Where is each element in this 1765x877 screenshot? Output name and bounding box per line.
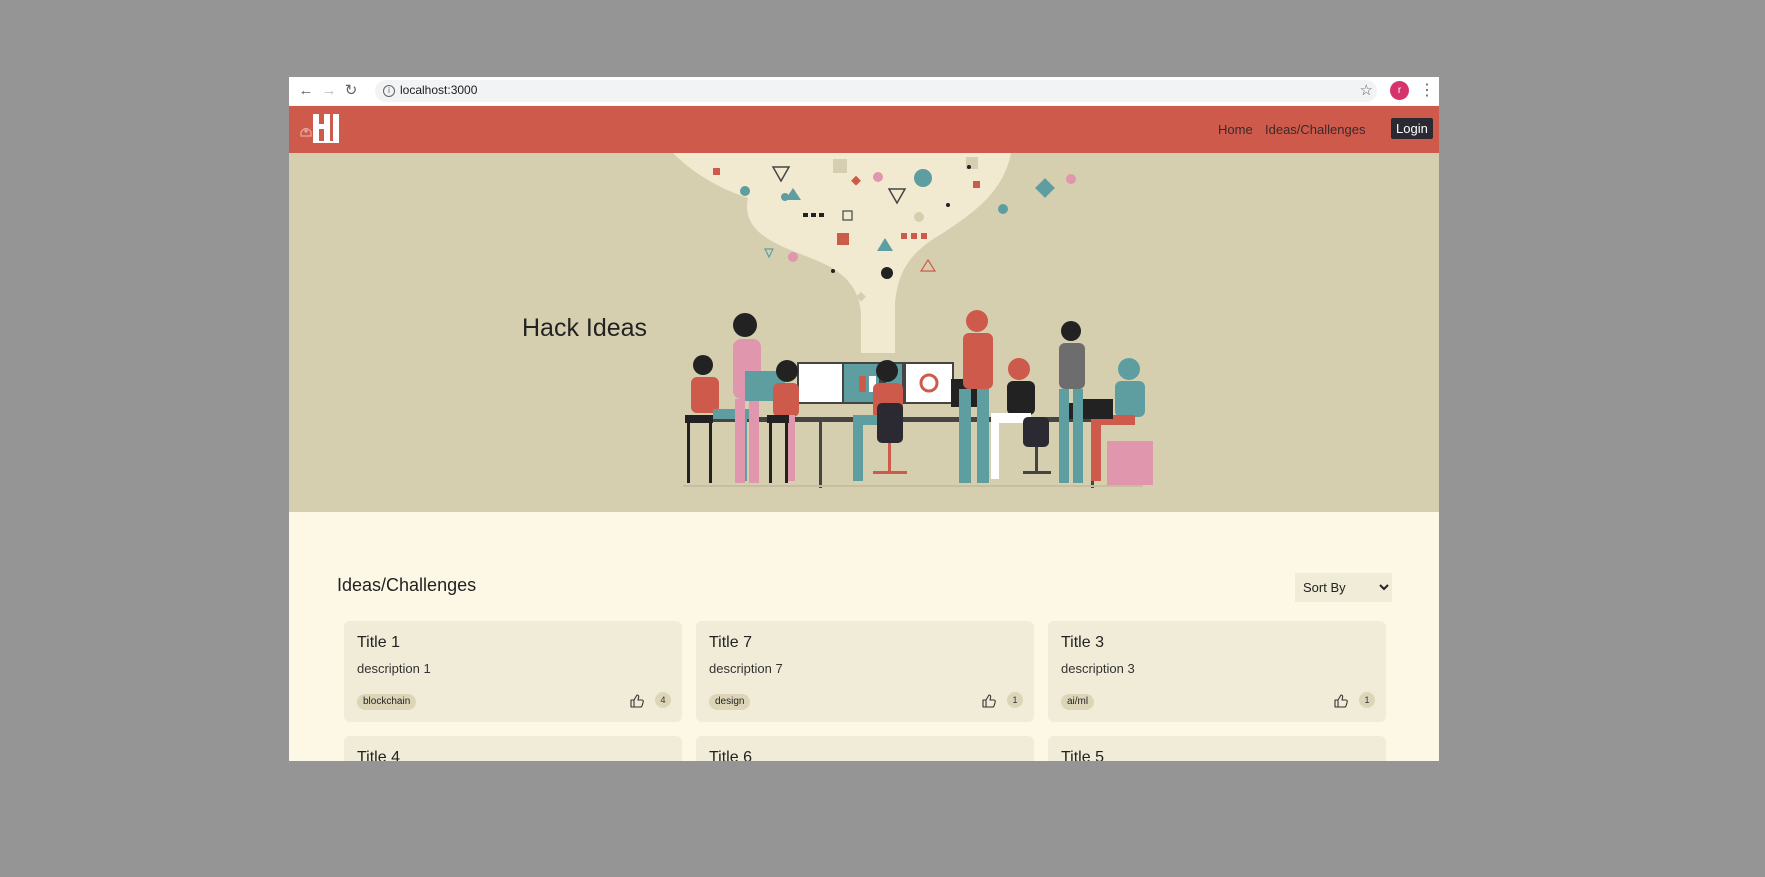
- idea-card[interactable]: Title 1 description 1 blockchain 4: [344, 621, 682, 722]
- card-title: Title 1: [357, 634, 400, 651]
- hero-banner: Hack Ideas: [289, 153, 1439, 512]
- team-collaboration-illustration: [673, 153, 1153, 488]
- idea-card[interactable]: Title 6: [696, 736, 1034, 761]
- idea-card[interactable]: Title 3 description 3 ai/ml 1: [1048, 621, 1386, 722]
- thumbs-up-icon[interactable]: [629, 693, 645, 709]
- hero-title: Hack Ideas: [522, 314, 648, 342]
- more-menu-icon[interactable]: ⋮: [1419, 80, 1435, 100]
- sort-select[interactable]: Sort By: [1295, 573, 1392, 602]
- profile-avatar[interactable]: r: [1390, 81, 1409, 100]
- idea-card[interactable]: Title 5: [1048, 736, 1386, 761]
- url-text[interactable]: localhost:3000: [400, 83, 477, 97]
- thumbs-up-icon[interactable]: [1333, 693, 1349, 709]
- nav-home[interactable]: Home: [1218, 122, 1253, 137]
- idea-card[interactable]: Title 4: [344, 736, 682, 761]
- card-title: Title 5: [1061, 749, 1104, 761]
- browser-window: ← → ↻ i localhost:3000 ☆ r ⋮ Home Ideas/…: [289, 77, 1439, 761]
- browser-toolbar: ← → ↻ i localhost:3000 ☆ r ⋮: [289, 77, 1439, 105]
- nav-ideas-challenges[interactable]: Ideas/Challenges: [1265, 122, 1365, 137]
- reload-icon[interactable]: ↻: [341, 81, 361, 101]
- card-description: description 1: [357, 661, 431, 676]
- app-header: Home Ideas/Challenges Login: [289, 106, 1439, 153]
- like-count-badge: 1: [1359, 692, 1375, 708]
- info-icon[interactable]: i: [383, 85, 395, 97]
- card-title: Title 7: [709, 634, 752, 651]
- card-title: Title 6: [709, 749, 752, 761]
- address-bar[interactable]: i localhost:3000 ☆: [375, 80, 1377, 102]
- hack-ideas-logo[interactable]: [299, 112, 345, 146]
- like-count-badge: 4: [655, 692, 671, 708]
- idea-card[interactable]: Title 7 description 7 design 1: [696, 621, 1034, 722]
- tag-badge: design: [709, 694, 751, 710]
- thumbs-up-icon[interactable]: [981, 693, 997, 709]
- card-title: Title 4: [357, 749, 400, 761]
- card-title: Title 3: [1061, 634, 1104, 651]
- like-count-badge: 1: [1007, 692, 1023, 708]
- back-arrow-icon[interactable]: ←: [296, 81, 316, 101]
- card-description: description 7: [709, 661, 783, 676]
- login-button[interactable]: Login: [1391, 118, 1433, 139]
- card-description: description 3: [1061, 661, 1135, 676]
- section-title: Ideas/Challenges: [337, 575, 477, 595]
- tag-badge: ai/ml: [1061, 694, 1095, 710]
- bookmark-star-icon[interactable]: ☆: [1360, 81, 1373, 99]
- forward-arrow-icon[interactable]: →: [319, 81, 339, 101]
- tag-badge: blockchain: [357, 694, 417, 710]
